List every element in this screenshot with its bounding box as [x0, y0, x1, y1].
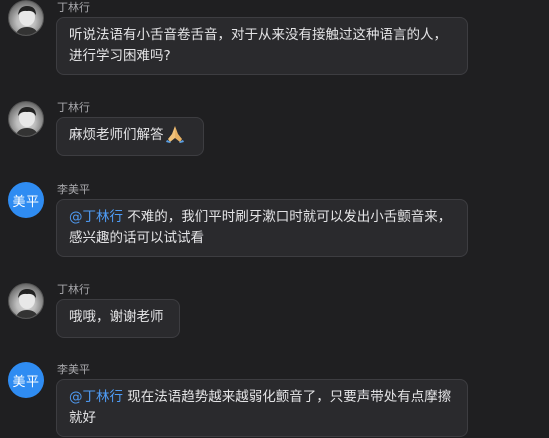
message-bubble[interactable]: @丁林行 不难的，我们平时刷牙漱口时就可以发出小舌颤音来，感兴趣的话可以试试看	[56, 199, 468, 257]
message-bubble[interactable]: @丁林行 现在法语趋势越来越弱化颤音了，只要声带处有点摩擦就好	[56, 379, 468, 437]
user-avatar[interactable]	[8, 283, 44, 319]
sender-name: 丁林行	[57, 283, 90, 296]
message-text: 现在法语趋势越来越弱化颤音了，只要声带处有点摩擦就好	[69, 389, 452, 426]
avatar-initials: 美平	[12, 194, 40, 210]
message-bubble[interactable]: 麻烦老师们解答	[56, 117, 204, 156]
avatar-photo-icon	[15, 107, 39, 136]
message-text: 不难的，我们平时刷牙漱口时就可以发出小舌颤音来，感兴趣的话可以试试看	[69, 209, 452, 246]
sender-name: 丁林行	[57, 1, 90, 14]
sender-name: 李美平	[57, 183, 90, 196]
user-avatar[interactable]: 美平	[8, 362, 44, 398]
message-text: 听说法语有小舌音卷舌音，对于从来没有接触过这种语言的人，进行学习困难吗?	[69, 27, 447, 64]
sender-name: 丁林行	[57, 101, 90, 114]
user-avatar[interactable]	[8, 0, 44, 36]
user-avatar[interactable]	[8, 101, 44, 137]
avatar-photo-icon	[15, 6, 39, 35]
avatar-initials: 美平	[12, 374, 40, 390]
chat-message-list: 丁林行 听说法语有小舌音卷舌音，对于从来没有接触过这种语言的人，进行学习困难吗?…	[0, 0, 549, 438]
message-bubble[interactable]: 哦哦，谢谢老师	[56, 299, 180, 338]
sender-name: 李美平	[57, 363, 90, 376]
user-avatar[interactable]: 美平	[8, 182, 44, 218]
message-text: 哦哦，谢谢老师	[69, 309, 164, 325]
folded-hands-icon	[165, 126, 184, 143]
message-bubble[interactable]: 听说法语有小舌音卷舌音，对于从来没有接触过这种语言的人，进行学习困难吗?	[56, 17, 468, 75]
mention-link[interactable]: @丁林行	[69, 389, 123, 405]
avatar-photo-icon	[15, 289, 39, 318]
mention-link[interactable]: @丁林行	[69, 209, 123, 225]
message-text: 麻烦老师们解答	[69, 127, 164, 143]
